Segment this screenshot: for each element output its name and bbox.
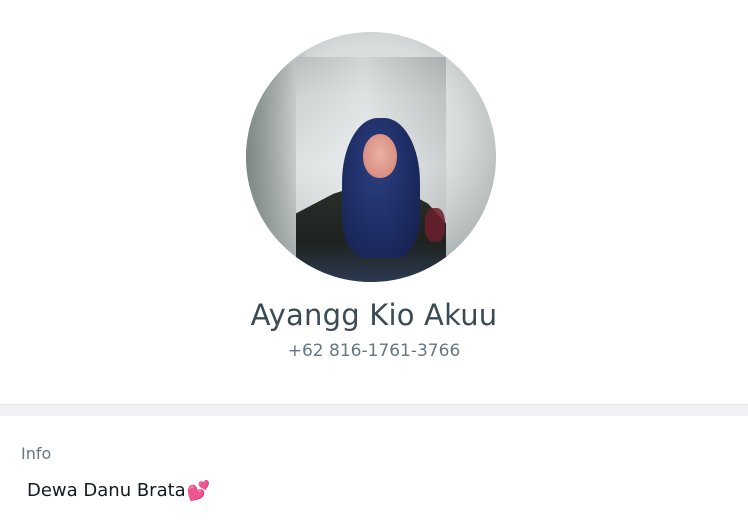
two-hearts-icon: 💕 <box>186 480 211 502</box>
info-label: Info <box>21 444 52 463</box>
avatar-person-face <box>363 134 397 178</box>
contact-profile-header: Ayangg Kio Akuu +62 816-1761-3766 <box>0 0 748 404</box>
contact-avatar[interactable] <box>246 32 496 282</box>
info-section: Info Dewa Danu Brata💕 <box>0 416 748 523</box>
about-text-value: Dewa Danu Brata <box>27 480 186 501</box>
section-divider <box>0 404 748 416</box>
about-text: Dewa Danu Brata💕 <box>27 479 210 502</box>
contact-name: Ayangg Kio Akuu <box>250 298 498 332</box>
contact-phone[interactable]: +62 816-1761-3766 <box>0 341 748 361</box>
avatar-photo-detail <box>425 208 445 242</box>
